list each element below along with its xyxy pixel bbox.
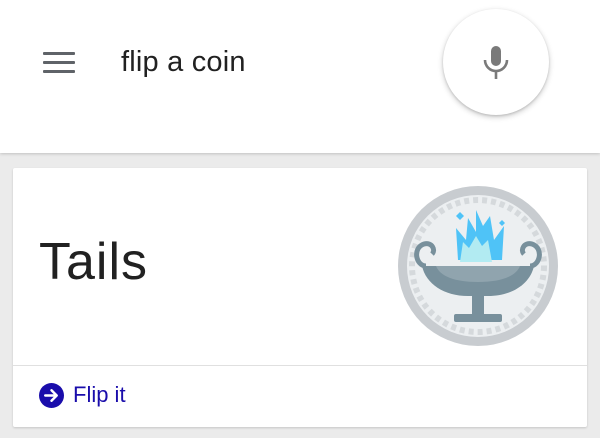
coin-result: Tails bbox=[39, 233, 149, 291]
search-query[interactable]: flip a coin bbox=[121, 44, 246, 80]
card-divider bbox=[13, 365, 587, 366]
flip-it-label: Flip it bbox=[73, 382, 126, 407]
arrow-right-circle-icon bbox=[39, 382, 64, 408]
hamburger-menu-icon[interactable] bbox=[43, 52, 75, 74]
microphone-icon bbox=[483, 46, 509, 79]
flip-it-button[interactable]: Flip it bbox=[39, 375, 126, 415]
coin-tails-image bbox=[398, 186, 558, 346]
search-bar: flip a coin bbox=[0, 0, 600, 153]
voice-search-button[interactable] bbox=[443, 9, 549, 115]
coin-flip-card: Tails Flip it bbox=[13, 168, 587, 427]
